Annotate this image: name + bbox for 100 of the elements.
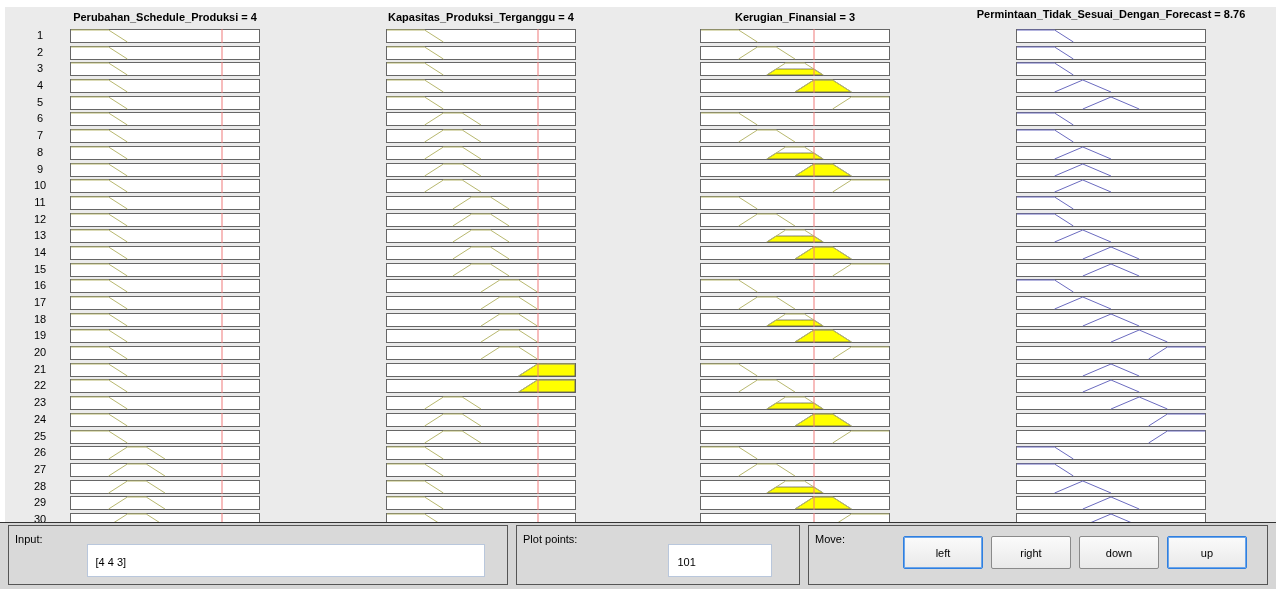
membership-curve	[386, 29, 444, 43]
rule-number: 3	[35, 62, 45, 75]
membership-curve	[480, 329, 538, 343]
rule-number: 26	[32, 446, 48, 459]
membership-curve	[70, 329, 128, 343]
membership-curve	[70, 46, 128, 60]
membership-curve	[424, 163, 482, 176]
membership-curve	[452, 263, 510, 277]
fired-area	[766, 152, 824, 160]
rule-number: 23	[32, 396, 48, 409]
membership-curve	[70, 296, 128, 310]
membership-curve	[832, 96, 890, 110]
membership-curve	[70, 112, 128, 126]
membership-curve	[1082, 363, 1140, 377]
membership-curve	[1110, 329, 1168, 343]
membership-curve	[386, 446, 444, 460]
membership-curve	[1016, 129, 1074, 143]
membership-curve	[70, 29, 128, 43]
membership-curve	[386, 79, 444, 93]
move-button[interactable]: down	[1078, 536, 1159, 569]
membership-curve	[452, 213, 510, 227]
membership-curve	[1016, 46, 1074, 60]
rule-number: 4	[35, 79, 45, 92]
plot-points-field[interactable]: 101	[668, 544, 773, 577]
membership-curve	[70, 196, 128, 210]
membership-curve	[386, 463, 444, 477]
membership-curve	[1016, 62, 1074, 76]
membership-curve	[1016, 279, 1074, 293]
rule-number: 19	[32, 329, 48, 342]
membership-curve	[452, 196, 510, 210]
input-label: Input:	[15, 533, 43, 545]
rule-number: 21	[32, 362, 48, 375]
membership-curve	[70, 62, 128, 76]
fired-area	[794, 246, 852, 260]
membership-curve	[1016, 463, 1074, 477]
membership-curve	[424, 179, 482, 193]
membership-curve	[1054, 79, 1112, 93]
rule-number: 6	[35, 112, 45, 125]
membership-curve	[1016, 196, 1074, 210]
variable-title: Kapasitas_Produksi_Terganggu = 4	[388, 11, 574, 24]
membership-curve	[70, 430, 128, 443]
rule-number: 1	[35, 29, 45, 41]
membership-curve	[700, 29, 758, 43]
membership-curve	[738, 463, 796, 477]
move-button[interactable]: right	[990, 536, 1071, 569]
membership-curve	[424, 146, 482, 160]
move-button[interactable]: left	[902, 536, 983, 569]
membership-curve	[766, 62, 824, 76]
rule-number: 8	[35, 145, 45, 158]
rule-number: 14	[32, 245, 48, 258]
fired-area	[766, 402, 824, 410]
membership-curve	[766, 480, 824, 494]
membership-curve	[1054, 146, 1112, 160]
membership-curve	[70, 229, 128, 243]
plot-points-label: Plot points:	[523, 533, 578, 545]
variable-title: Permintaan_Tidak_Sesuai_Dengan_Forecast = 8.76	[976, 8, 1246, 21]
rule-number: 16	[32, 279, 48, 292]
membership-curve	[386, 46, 444, 60]
fired-area	[766, 68, 824, 76]
membership-curve	[70, 213, 128, 227]
membership-curve	[1054, 229, 1112, 243]
rule-number: 28	[32, 479, 48, 492]
fired-area	[794, 496, 852, 510]
membership-curve	[70, 96, 128, 110]
membership-curve	[766, 396, 824, 410]
membership-curve	[70, 413, 128, 427]
membership-curve	[424, 430, 482, 443]
rule-number: 25	[32, 429, 48, 442]
membership-curve	[386, 62, 444, 76]
rule-number: 10	[32, 179, 48, 192]
membership-curve	[424, 129, 482, 143]
membership-curve	[738, 213, 796, 227]
membership-curve	[1082, 313, 1140, 327]
membership-curve	[1148, 413, 1206, 427]
input-field[interactable]: [4 4 3]	[86, 544, 485, 577]
membership-curve	[1082, 96, 1140, 110]
fired-area	[794, 329, 852, 343]
membership-curve	[452, 229, 510, 243]
rule-number: 24	[32, 412, 48, 425]
membership-curve	[424, 413, 482, 427]
membership-curve	[1054, 163, 1112, 176]
membership-curve	[108, 496, 166, 510]
membership-curve	[1054, 480, 1112, 494]
membership-curve	[1054, 296, 1112, 310]
rule-number: 17	[32, 296, 48, 308]
membership-curve	[452, 246, 510, 260]
fired-area	[518, 363, 576, 377]
membership-curve	[766, 146, 824, 160]
move-button[interactable]: up	[1166, 536, 1247, 569]
move-label: Move:	[815, 533, 845, 545]
rule-number: 15	[32, 262, 48, 275]
membership-curve	[1016, 29, 1074, 43]
variable-title: Kerugian_Finansial = 3	[734, 11, 856, 24]
membership-curve	[386, 496, 444, 510]
fired-area	[766, 235, 824, 243]
membership-curve	[108, 446, 166, 460]
rule-number: 12	[32, 212, 48, 225]
membership-curve	[70, 246, 128, 260]
membership-curve	[1082, 496, 1140, 510]
membership-curve	[1082, 263, 1140, 277]
